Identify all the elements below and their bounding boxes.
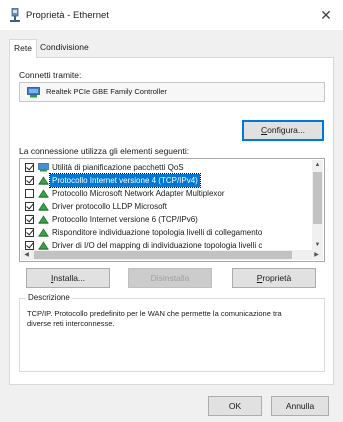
scroll-up-icon[interactable]: ▲ <box>312 160 323 170</box>
checkmark-icon <box>26 214 34 223</box>
protocol-icon <box>38 189 49 198</box>
item-checkbox[interactable] <box>25 201 34 211</box>
description-text: TCP/IP. Protocollo predefinito per le WA… <box>27 309 282 328</box>
scroll-left-icon[interactable]: ◀ <box>21 250 32 260</box>
adapter-name: Realtek PCIe GBE Family Controller <box>46 87 167 96</box>
checkmark-icon <box>26 201 34 210</box>
list-item-label: Protocollo Internet versione 4 (TCP/IPv4… <box>49 173 201 188</box>
list-item-label: Protocollo Internet versione 6 (TCP/IPv6… <box>52 215 198 224</box>
scroll-down-icon[interactable]: ▼ <box>312 240 323 250</box>
protocol-icon <box>38 241 49 250</box>
protocol-icon <box>38 176 49 185</box>
item-checkbox[interactable] <box>25 189 34 198</box>
tab-panel-rete: Connetti tramite: Realtek PCIe GBE Famil… <box>9 57 334 385</box>
close-button[interactable]: ✕ <box>315 4 337 26</box>
properties-dialog: Proprietà - Ethernet ✕ Rete Condivisione… <box>0 0 343 422</box>
items-list[interactable]: Utilità di pianificazione pacchetti QoS P… <box>19 158 325 262</box>
uninstall-button[interactable]: Disinstalla <box>128 268 212 288</box>
qos-icon <box>38 163 49 172</box>
checkmark-icon <box>26 240 34 249</box>
item-checkbox[interactable] <box>25 227 34 237</box>
checkmark-icon <box>26 162 34 171</box>
title-bar: Proprietà - Ethernet ✕ <box>0 0 343 30</box>
uninstall-button-label: Disinstalla <box>150 273 190 283</box>
description-group: Descrizione TCP/IP. Protocollo predefini… <box>19 293 325 372</box>
protocol-icon <box>38 228 49 237</box>
description-legend: Descrizione <box>26 293 72 302</box>
configure-button[interactable]: Configura... <box>242 120 324 141</box>
list-item[interactable]: Driver protocollo LLDP Microsoft <box>21 200 304 213</box>
ok-button-label: OK <box>228 401 242 411</box>
list-item-label: Risponditore individuazione topologia li… <box>52 228 263 237</box>
install-button[interactable]: Installa... <box>26 268 110 288</box>
ok-button[interactable]: OK <box>208 396 262 416</box>
window-title: Proprietà - Ethernet <box>26 10 109 21</box>
tab-rete[interactable]: Rete <box>9 39 37 58</box>
properties-button[interactable]: Proprietà <box>232 268 316 288</box>
protocol-icon <box>38 215 49 224</box>
item-checkbox[interactable] <box>25 214 34 224</box>
install-button-label: Installa... <box>50 273 86 283</box>
list-item[interactable]: Utilità di pianificazione pacchetti QoS <box>21 161 304 174</box>
horizontal-scroll-thumb[interactable] <box>34 251 292 259</box>
configure-button-label: Configura... <box>261 125 305 135</box>
item-checkbox[interactable] <box>25 240 34 250</box>
list-item[interactable]: Protocollo Microsoft Network Adapter Mul… <box>21 187 304 200</box>
network-adapter-icon <box>10 8 20 22</box>
cancel-button-label: Annulla <box>285 401 315 411</box>
list-item[interactable]: Protocollo Internet versione 4 (TCP/IPv4… <box>21 173 304 188</box>
items-label: La connessione utilizza gli elementi seg… <box>19 146 190 156</box>
list-item-label: Protocollo Microsoft Network Adapter Mul… <box>52 189 225 198</box>
list-item[interactable]: Protocollo Internet versione 6 (TCP/IPv6… <box>21 213 304 226</box>
horizontal-scrollbar[interactable]: ◀ ▶ <box>21 250 323 260</box>
protocol-icon <box>38 202 49 211</box>
vertical-scrollbar[interactable]: ▲ ▼ <box>312 160 323 250</box>
tab-condivisione[interactable]: Condivisione <box>36 39 93 56</box>
vertical-scroll-thumb[interactable] <box>313 172 322 224</box>
adapter-field: Realtek PCIe GBE Family Controller <box>19 82 325 102</box>
checkmark-icon <box>26 175 34 184</box>
list-item[interactable]: Risponditore individuazione topologia li… <box>21 226 304 239</box>
checkmark-icon <box>26 227 34 236</box>
item-checkbox[interactable] <box>25 162 34 172</box>
list-item-label: Driver protocollo LLDP Microsoft <box>52 202 168 211</box>
item-checkbox[interactable] <box>25 175 34 185</box>
properties-button-label: Proprietà <box>256 273 292 283</box>
cancel-button[interactable]: Annulla <box>271 396 329 416</box>
network-adapter-icon <box>27 87 40 98</box>
scroll-right-icon[interactable]: ▶ <box>311 250 322 260</box>
connect-using-label: Connetti tramite: <box>19 70 82 80</box>
list-item-label: Utilità di pianificazione pacchetti QoS <box>52 163 184 172</box>
